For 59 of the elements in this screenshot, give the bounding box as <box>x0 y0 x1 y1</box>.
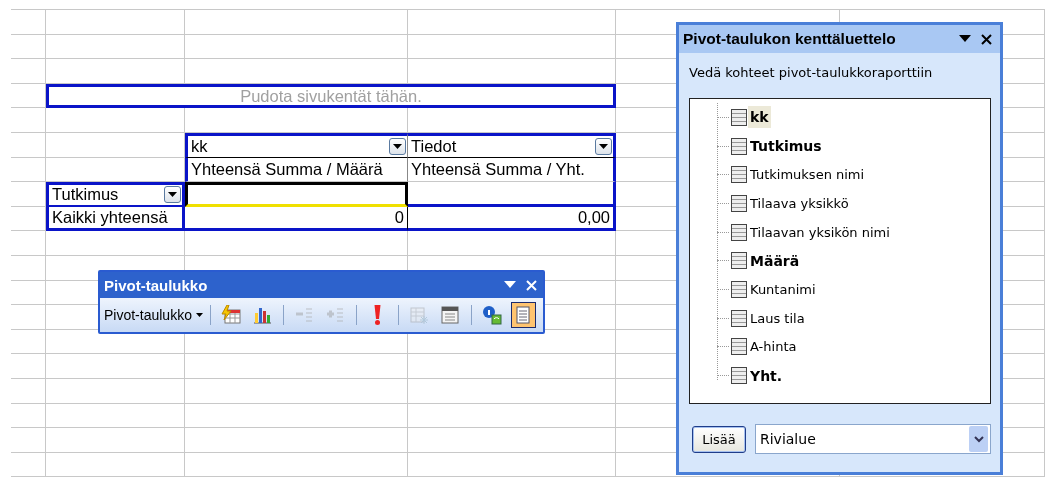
table-cell[interactable] <box>408 182 616 207</box>
minus-lines-icon <box>294 305 315 325</box>
table-cell: 0 <box>185 206 408 232</box>
field-icon <box>731 166 747 184</box>
field-item[interactable]: Yht. <box>748 364 785 387</box>
table-cell: 0,00 <box>408 206 616 232</box>
field-icon <box>731 137 747 155</box>
area-dropdown[interactable]: Rivialue <box>755 424 991 454</box>
dropdown-button[interactable] <box>595 137 612 155</box>
table-cell: Kaikki yhteensä <box>46 206 185 232</box>
field-label: Tutkimus <box>52 185 119 205</box>
table-star-icon <box>409 305 430 325</box>
dropdown-icon[interactable] <box>504 281 516 289</box>
chevron-down-icon <box>973 435 984 443</box>
window-icon <box>440 305 461 325</box>
field-label: kk <box>191 136 208 156</box>
close-icon[interactable] <box>981 33 992 45</box>
row-field-button[interactable]: Tutkimus <box>46 182 185 207</box>
field-item[interactable]: Laus tila <box>748 307 807 329</box>
fieldlist-button[interactable] <box>510 302 536 328</box>
dropdown-icon[interactable] <box>959 35 971 43</box>
info-icon <box>482 305 503 325</box>
field-item[interactable]: Kuntanimi <box>748 278 818 300</box>
field-icon <box>731 280 747 298</box>
field-item[interactable]: A-hinta <box>748 336 799 358</box>
table-cell[interactable] <box>185 182 408 207</box>
bar-chart-icon <box>252 305 273 325</box>
dropdown-button[interactable] <box>164 186 181 204</box>
field-item[interactable]: Tutkimus <box>748 135 824 158</box>
add-button[interactable]: Lisää <box>692 425 746 453</box>
field-icon <box>731 252 747 270</box>
field-icon <box>731 338 747 356</box>
panel-title: Pivot-taulukon kenttäluettelo <box>683 30 896 48</box>
lightning-table-icon <box>221 305 242 325</box>
field-icon <box>731 309 747 327</box>
table-cell: Yhteensä Summa / Yht. <box>408 157 616 183</box>
data-field-button[interactable]: Tiedot <box>408 132 616 158</box>
field-icon <box>731 108 747 126</box>
field-icon <box>731 223 747 241</box>
instruction-text: Vedä kohteet pivot-taulukkoraporttiin <box>688 64 934 82</box>
column-field-button[interactable]: kk <box>185 132 408 158</box>
caret-icon <box>599 143 608 149</box>
toolbar-title: Pivot-taulukko <box>104 276 208 294</box>
plus-lines-icon <box>325 305 346 325</box>
field-icon <box>731 367 747 385</box>
field-item[interactable]: Tilaava yksikkö <box>748 192 851 214</box>
field-item[interactable]: kk <box>748 106 771 129</box>
dropdown-button[interactable] <box>389 137 406 155</box>
caret-icon <box>168 192 177 198</box>
field-icon <box>731 194 747 212</box>
table-cell: Yhteensä Summa / Määrä <box>185 157 408 183</box>
caret-icon <box>393 143 402 149</box>
field-item[interactable]: Määrä <box>748 249 802 272</box>
pivot-menu[interactable]: Pivot-taulukko <box>104 307 203 323</box>
caret-icon <box>195 313 203 317</box>
exclamation-icon <box>373 305 381 325</box>
field-label: Tiedot <box>411 136 457 156</box>
field-item[interactable]: Tutkimuksen nimi <box>748 164 867 186</box>
field-item[interactable]: Tilaavan yksikön nimi <box>748 221 892 243</box>
